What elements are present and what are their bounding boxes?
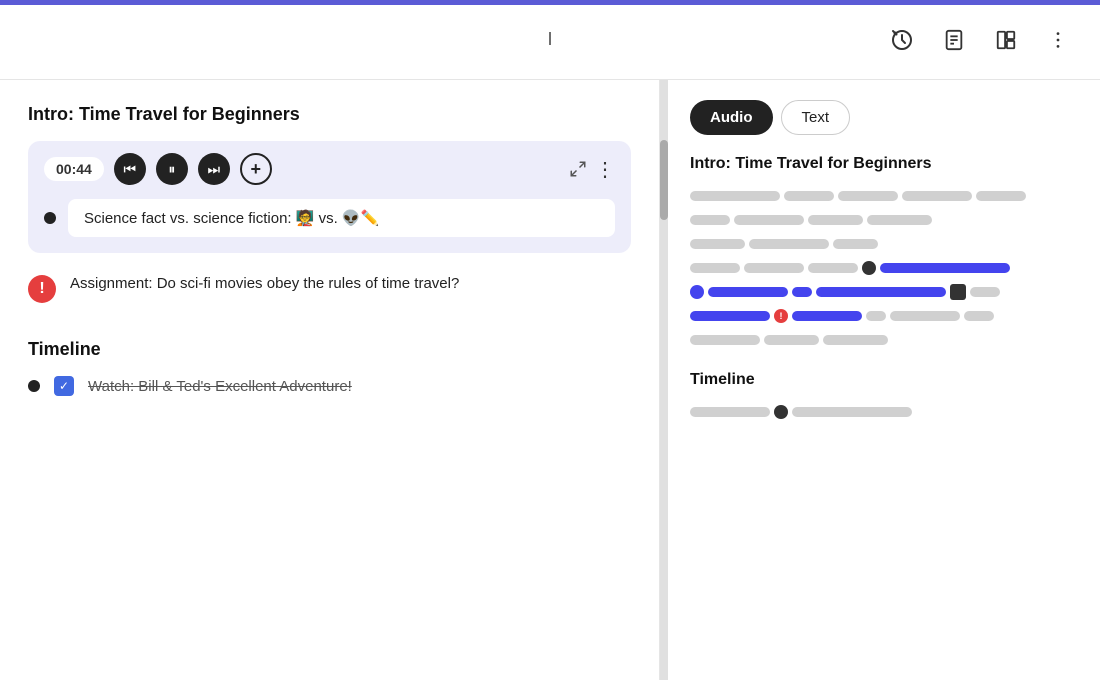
checkbox-checked[interactable]: ✓: [54, 376, 74, 396]
rewind-button[interactable]: ⏮: [114, 153, 146, 185]
tab-audio[interactable]: Audio: [690, 100, 773, 135]
scroll-thumb[interactable]: [660, 140, 668, 220]
timeline-bullet: [28, 380, 40, 392]
expand-button[interactable]: [569, 160, 587, 178]
more-button[interactable]: [1036, 18, 1080, 62]
right-section1-title: Intro: Time Travel for Beginners: [690, 155, 1078, 173]
document-button[interactable]: [932, 18, 976, 62]
waveform-container: !: [690, 189, 1078, 347]
assignment-text: Assignment: Do sci-fi movies obey the ru…: [70, 273, 459, 296]
wave-end-handle: [950, 284, 966, 300]
wave-seg: [964, 311, 994, 321]
wave-row-7: [690, 333, 1078, 347]
error-icon: !: [28, 275, 56, 303]
wave-seg: [823, 335, 888, 345]
wave-seg: [902, 191, 972, 201]
wave-error-dot: !: [774, 309, 788, 323]
history-button[interactable]: [880, 18, 924, 62]
audio-more-button[interactable]: ⋮: [595, 157, 615, 182]
wave-seg: [734, 215, 804, 225]
audio-time: 00:44: [44, 157, 104, 181]
wave-seg-blue: [792, 311, 862, 321]
wave-seg-blue: [708, 287, 788, 297]
wave-seg: [838, 191, 898, 201]
wave-row-5: [690, 285, 1078, 299]
pause-button[interactable]: ⏸: [156, 153, 188, 185]
wave-start-dot: [690, 285, 704, 299]
wave-row-3: [690, 237, 1078, 251]
timeline-item-text: Watch: Bill & Ted's Excellent Adventure!: [88, 378, 352, 395]
timeline-waveform: [690, 405, 1078, 419]
add-button[interactable]: +: [240, 153, 272, 185]
wave-row-1: [690, 189, 1078, 203]
wave-seg: [744, 263, 804, 273]
tab-text[interactable]: Text: [781, 100, 851, 135]
accent-bar: [0, 0, 1100, 5]
document-icon: [943, 29, 965, 51]
wave-seg: [867, 215, 932, 225]
wave-row-6: !: [690, 309, 1078, 323]
section2-title: Timeline: [28, 339, 631, 360]
wave-seg: [690, 263, 740, 273]
tab-row: Audio Text: [690, 100, 1078, 135]
wave-seg: [690, 191, 780, 201]
wave-seg: [976, 191, 1026, 201]
wave-row-2: [690, 213, 1078, 227]
history-icon: [890, 28, 914, 52]
wave-seg: [784, 191, 834, 201]
wave-row-4: [690, 261, 1078, 275]
timeline-item: ✓ Watch: Bill & Ted's Excellent Adventur…: [28, 376, 631, 396]
wave-seg: [764, 335, 819, 345]
section1-title: Intro: Time Travel for Beginners: [28, 104, 631, 125]
audio-controls: 00:44 ⏮ ⏸ ⏭ + ⋮: [44, 153, 615, 185]
layout-icon: [995, 29, 1017, 51]
wave-seg: [970, 287, 1000, 297]
wave-seg-blue: [880, 263, 1010, 273]
wave-seg: [690, 239, 745, 249]
left-panel: Intro: Time Travel for Beginners 00:44 ⏮…: [0, 80, 660, 680]
scroll-indicator: [660, 80, 668, 680]
wave-seg: [890, 311, 960, 321]
wave-seg-blue: [792, 287, 812, 297]
audio-controls-right: ⋮: [569, 157, 615, 182]
fast-forward-button[interactable]: ⏭: [198, 153, 230, 185]
top-bar-actions: [880, 18, 1080, 62]
assignment-item: ! Assignment: Do sci-fi movies obey the …: [28, 273, 631, 303]
wave-seg: [808, 263, 858, 273]
wave-seg: [808, 215, 863, 225]
right-section2-title: Timeline: [690, 371, 1078, 389]
main-content: Intro: Time Travel for Beginners 00:44 ⏮…: [0, 80, 1100, 680]
audio-item: Science fact vs. science fiction: 🧑‍🏫 vs…: [44, 195, 615, 241]
more-icon: [1047, 29, 1069, 51]
right-panel: Audio Text Intro: Time Travel for Beginn…: [668, 80, 1100, 680]
wave-seg: [749, 239, 829, 249]
wave-seg: [866, 311, 886, 321]
bullet-dot: [44, 212, 56, 224]
timeline-dot: [774, 405, 788, 419]
wave-seg: [690, 407, 770, 417]
wave-seg-blue: [690, 311, 770, 321]
wave-seg: [833, 239, 878, 249]
timeline-wave-row: [690, 405, 1078, 419]
cursor-indicator: I: [547, 29, 552, 50]
wave-seg: [690, 335, 760, 345]
wave-seg: [792, 407, 912, 417]
wave-playhead-dot: [862, 261, 876, 275]
top-bar: I: [0, 0, 1100, 80]
wave-seg-blue: [816, 287, 946, 297]
wave-seg: [690, 215, 730, 225]
audio-player: 00:44 ⏮ ⏸ ⏭ + ⋮: [28, 141, 631, 253]
audio-item-text: Science fact vs. science fiction: 🧑‍🏫 vs…: [68, 199, 615, 237]
expand-icon: [569, 160, 587, 178]
layout-button[interactable]: [984, 18, 1028, 62]
